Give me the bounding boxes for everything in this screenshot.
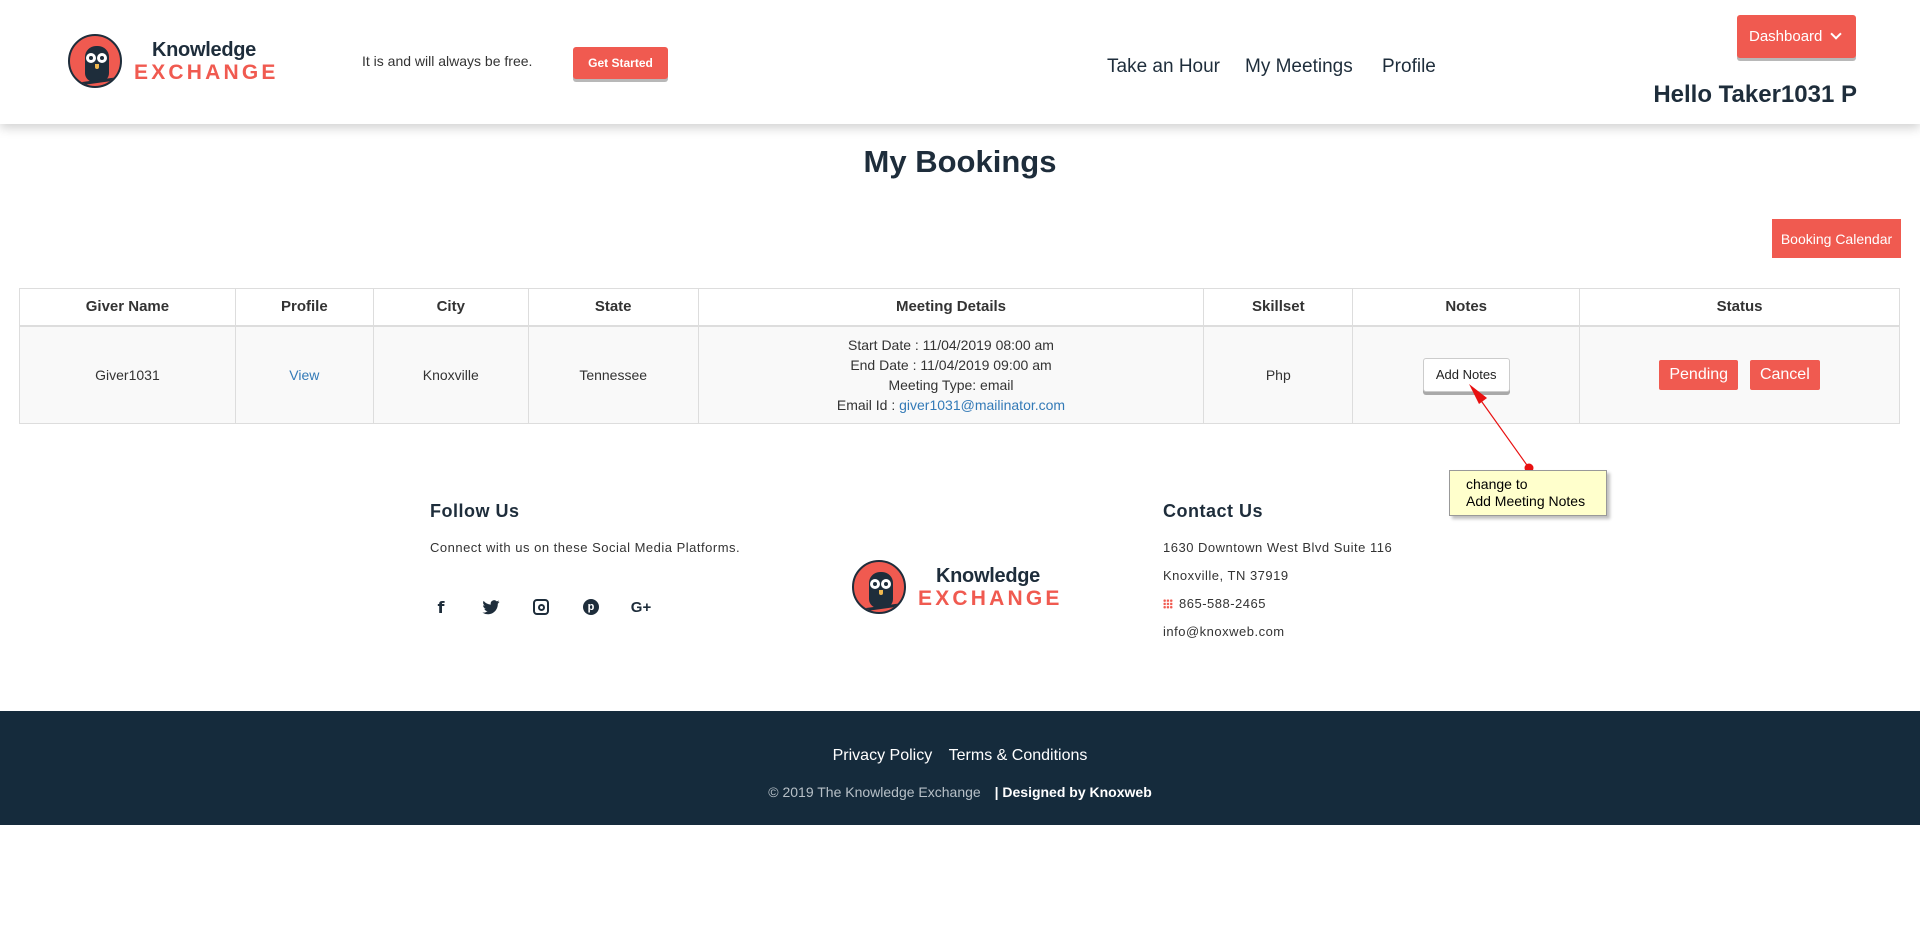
site-header: Knowledge EXCHANGE It is and will always… bbox=[0, 0, 1920, 124]
view-profile-link[interactable]: View bbox=[289, 367, 319, 383]
brand-name-bottom: EXCHANGE bbox=[134, 60, 279, 84]
nav-profile[interactable]: Profile bbox=[1382, 56, 1436, 78]
state-cell: Tennessee bbox=[527, 325, 699, 424]
table-row: Giver1031 View Knoxville Tennessee Start… bbox=[19, 325, 1900, 424]
annotation-line-2: Add Meeting Notes bbox=[1466, 493, 1586, 509]
end-date: End Date : 11/04/2019 09:00 am bbox=[850, 356, 1052, 373]
copyright-text: © 2019 The Knowledge Exchange bbox=[768, 784, 981, 800]
footer-bar bbox=[0, 711, 1920, 825]
column-header: State bbox=[527, 288, 699, 327]
nav-take-an-hour[interactable]: Take an Hour bbox=[1107, 56, 1220, 78]
column-header: City bbox=[372, 288, 529, 327]
dashboard-label: Dashboard bbox=[1749, 28, 1823, 45]
tagline: It is and will always be free. bbox=[362, 53, 533, 69]
owl-logo-icon bbox=[68, 34, 122, 88]
address-line-1: 1630 Downtown West Blvd Suite 116 bbox=[1163, 540, 1393, 555]
owl-logo-icon bbox=[852, 560, 906, 614]
start-date: Start Date : 11/04/2019 08:00 am bbox=[847, 336, 1054, 353]
column-header: Meeting Details bbox=[697, 288, 1205, 327]
privacy-policy-link[interactable]: Privacy Policy bbox=[833, 747, 933, 764]
user-greeting: Hello Taker1031 P bbox=[1653, 81, 1857, 108]
column-header: Skillset bbox=[1203, 288, 1354, 327]
get-started-button[interactable]: Get Started bbox=[573, 47, 668, 79]
google-plus-icon[interactable]: G+ bbox=[630, 596, 652, 618]
facebook-icon[interactable]: f bbox=[430, 596, 452, 618]
pinterest-icon[interactable]: p bbox=[580, 596, 602, 618]
column-header: Notes bbox=[1352, 288, 1581, 327]
giver-email-link[interactable]: giver1031@mailinator.com bbox=[899, 397, 1065, 413]
contact-phone: 865-588-2465 bbox=[1163, 596, 1266, 611]
add-notes-button[interactable]: Add Notes bbox=[1422, 357, 1510, 392]
meeting-type: Meeting Type: email bbox=[888, 376, 1014, 393]
follow-us-text: Connect with us on these Social Media Pl… bbox=[430, 540, 741, 555]
footer-logo[interactable]: Knowledge EXCHANGE bbox=[852, 560, 1063, 614]
annotation-line-1: change to bbox=[1466, 476, 1528, 492]
phone-icon bbox=[1163, 599, 1173, 609]
email-label: Email Id : bbox=[836, 396, 900, 413]
social-links: f p G+ bbox=[430, 596, 680, 618]
designed-by[interactable]: | Designed by Knoxweb bbox=[995, 784, 1152, 800]
contact-us-title: Contact Us bbox=[1163, 501, 1264, 521]
bookings-table: Giver Name Profile City State Meeting De… bbox=[19, 288, 1900, 424]
contact-email[interactable]: info@knoxweb.com bbox=[1163, 624, 1285, 639]
page-title: My Bookings bbox=[863, 144, 1057, 179]
brand-logo[interactable]: Knowledge EXCHANGE bbox=[68, 34, 279, 88]
table-header-row: Giver Name Profile City State Meeting De… bbox=[19, 288, 1900, 327]
nav-my-meetings[interactable]: My Meetings bbox=[1245, 56, 1353, 78]
twitter-icon[interactable] bbox=[480, 596, 502, 618]
brand-name-bottom: EXCHANGE bbox=[918, 586, 1063, 610]
column-header: Status bbox=[1579, 288, 1900, 327]
giver-name-cell: Giver1031 bbox=[19, 325, 236, 424]
city-cell: Knoxville bbox=[372, 325, 529, 424]
dashboard-dropdown[interactable]: Dashboard bbox=[1737, 15, 1856, 58]
annotation-callout: change to Add Meeting Notes bbox=[1449, 470, 1607, 516]
footer-links: Privacy Policy Terms & Conditions bbox=[0, 747, 1920, 765]
column-header: Profile bbox=[234, 288, 374, 327]
brand-name-top: Knowledge bbox=[152, 38, 256, 61]
column-header: Giver Name bbox=[19, 288, 236, 327]
meeting-details-cell: Start Date : 11/04/2019 08:00 am End Dat… bbox=[697, 325, 1205, 424]
copyright: © 2019 The Knowledge Exchange | Designed… bbox=[0, 784, 1920, 800]
chevron-down-icon bbox=[1830, 28, 1843, 40]
booking-calendar-button[interactable]: Booking Calendar bbox=[1772, 219, 1901, 258]
skillset-cell: Php bbox=[1203, 325, 1354, 424]
brand-name-top: Knowledge bbox=[936, 564, 1040, 587]
pending-status-button[interactable]: Pending bbox=[1659, 359, 1739, 390]
cancel-button[interactable]: Cancel bbox=[1749, 359, 1820, 390]
follow-us-title: Follow Us bbox=[430, 501, 520, 521]
terms-link[interactable]: Terms & Conditions bbox=[949, 747, 1088, 764]
address-line-2: Knoxville, TN 37919 bbox=[1163, 568, 1289, 583]
instagram-icon[interactable] bbox=[530, 596, 552, 618]
